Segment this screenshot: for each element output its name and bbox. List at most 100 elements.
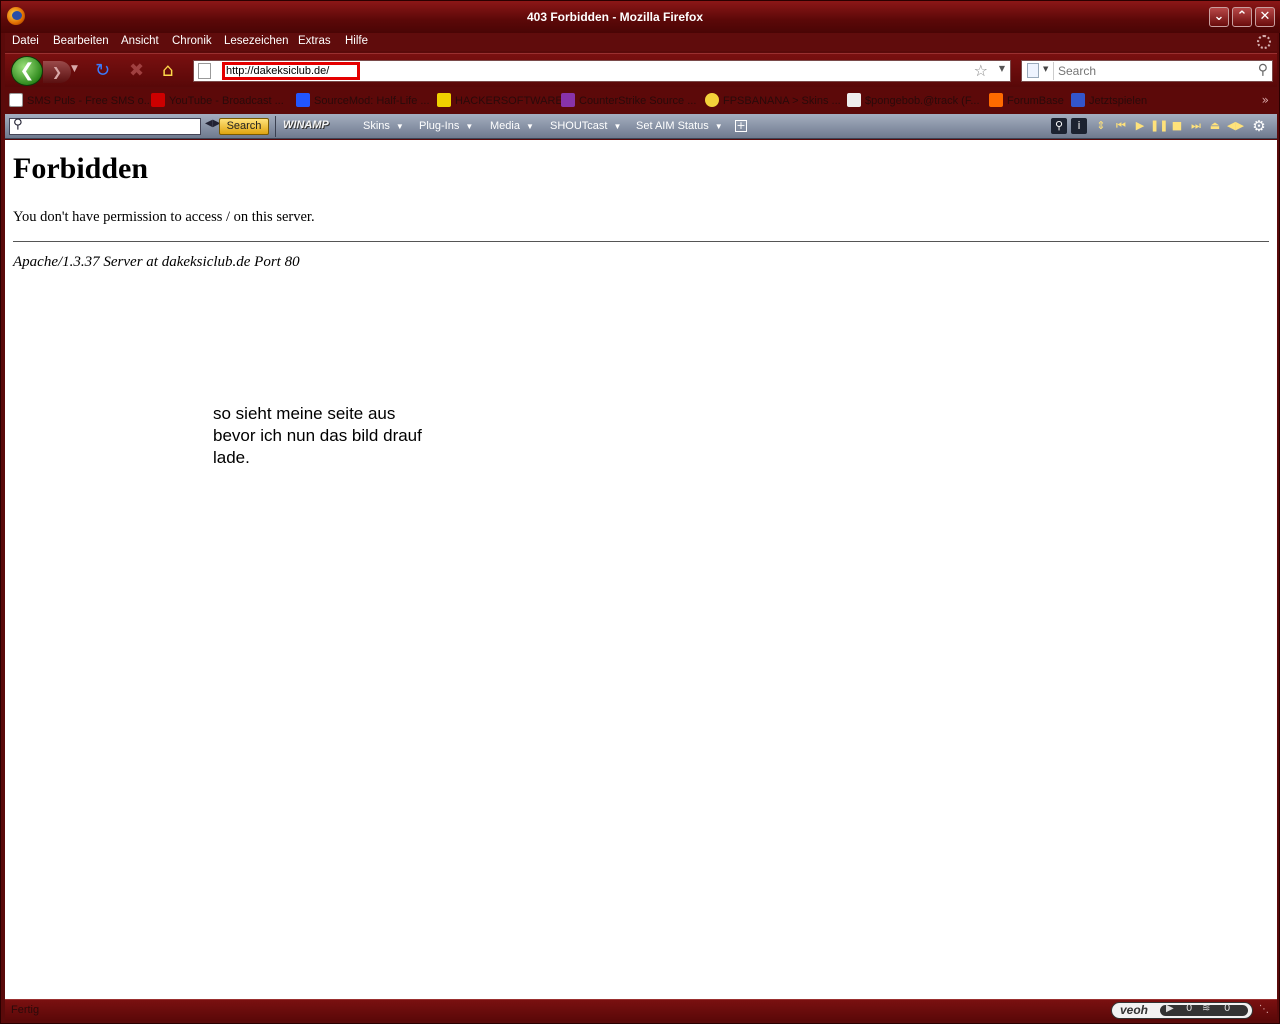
search-icon: ⚲ (13, 117, 23, 132)
search-icon[interactable]: ⚲ (1051, 118, 1067, 134)
bookmark-item[interactable]: HACKERSOFTWARE (437, 93, 563, 109)
winamp-toolbar: ⚲ ◀▶ Search WINAMP Skins ▼ Plug-Ins ▼ Medi… (5, 114, 1277, 139)
annotation-line: lade. (213, 448, 250, 467)
menu-extras[interactable]: Extras (298, 35, 331, 47)
forward-button[interactable]: ❯ (43, 61, 71, 83)
url-input[interactable] (226, 64, 356, 78)
page-heading: Forbidden (13, 152, 149, 185)
winamp-menu-skins[interactable]: Skins ▼ (363, 120, 404, 132)
bookmark-favicon-icon (9, 93, 23, 107)
chevron-down-icon: ▼ (613, 122, 622, 131)
info-icon[interactable]: i (1071, 118, 1087, 134)
maximize-button[interactable]: ⌃ (1232, 7, 1252, 27)
winamp-search-button[interactable]: Search (219, 118, 269, 135)
annotation-line: so sieht meine seite aus (213, 404, 396, 423)
reload-icon[interactable]: ↻ (95, 61, 110, 81)
search-engine-selector[interactable]: ▼ (1024, 62, 1054, 80)
chevron-right-icon[interactable]: » (1262, 93, 1269, 107)
chevron-down-icon: ▼ (395, 122, 404, 131)
menu-ansicht[interactable]: Ansicht (121, 35, 159, 47)
veoh-count: 0 (1224, 1003, 1231, 1014)
back-button[interactable]: ❮ (11, 56, 43, 86)
status-text: Fertig (11, 1004, 40, 1016)
browser-window: 403 Forbidden - Mozilla Firefox ⌄ ⌃ ✕ Da… (0, 0, 1280, 1024)
jetztspielen-icon (1071, 93, 1085, 107)
page-content: Forbidden You don't have permission to a… (5, 140, 1277, 999)
menu-lesezeichen[interactable]: Lesezeichen (224, 35, 289, 47)
next-icon[interactable]: ⏭ (1188, 118, 1204, 134)
bookmark-item[interactable]: SourceMod: Half-Life ... (296, 93, 430, 109)
bookmark-favicon-icon (847, 93, 861, 107)
error-message: You don't have permission to access / on… (13, 209, 315, 225)
sourcemod-icon (296, 93, 310, 107)
winamp-menu-shoutcast[interactable]: SHOUTcast ▼ (550, 120, 621, 132)
bookmark-item[interactable]: SMS Puls - Free SMS o... (9, 93, 153, 109)
bookmark-item[interactable]: ForumBase (989, 93, 1064, 109)
play-icon[interactable]: ▶ (1132, 118, 1148, 134)
close-button[interactable]: ✕ (1255, 7, 1275, 27)
window-title: 403 Forbidden - Mozilla Firefox (526, 10, 704, 24)
veoh-count: 0 (1186, 1003, 1193, 1014)
winamp-menu-media[interactable]: Media ▼ (490, 120, 534, 132)
title-bar: 403 Forbidden - Mozilla Firefox ⌄ ⌃ ✕ (1, 1, 1280, 33)
stop-icon[interactable]: ✖ (129, 61, 144, 81)
bookmark-star-icon[interactable]: ☆ (974, 61, 988, 80)
menu-bar: Datei Bearbeiten Ansicht Chronik Lesezei… (5, 33, 1277, 51)
veoh-logo: veoh (1120, 1003, 1149, 1017)
bookmark-label: HACKERSOFTWARE (455, 95, 563, 107)
search-engine-icon (1027, 63, 1039, 78)
home-icon[interactable]: ⌂ (162, 61, 173, 81)
bookmark-label: ForumBase (1007, 95, 1064, 107)
winamp-menu-plugins[interactable]: Plug-Ins ▼ (419, 120, 473, 132)
bookmark-item[interactable]: $pongebob.@track (F... (847, 93, 980, 109)
bookmark-item[interactable]: Jetztspielen (1071, 93, 1147, 109)
volume-icon[interactable]: ◀▶ (1227, 118, 1244, 134)
resize-grip-icon[interactable]: ⋱ (1259, 1004, 1273, 1018)
bookmark-label: FPSBANANA > Skins ... (723, 95, 841, 107)
menu-hilfe[interactable]: Hilfe (345, 35, 368, 47)
chevron-down-icon: ▼ (525, 122, 534, 131)
bookmarks-toolbar: SMS Puls - Free SMS o... YouTube - Broad… (5, 89, 1277, 113)
menu-label: Skins (363, 120, 390, 132)
search-input[interactable] (1058, 64, 1238, 78)
eject-icon[interactable]: ⏏ (1207, 118, 1223, 134)
star-icon (561, 93, 575, 107)
throbber-icon (1257, 35, 1271, 49)
menu-datei[interactable]: Datei (12, 35, 39, 47)
search-icon[interactable]: ⚲ (1258, 62, 1268, 78)
bookmark-item[interactable]: CounterStrike Source ... (561, 93, 696, 109)
address-bar[interactable]: ☆ ▼ (193, 60, 1011, 82)
youtube-icon (151, 93, 165, 107)
chevron-down-icon: ▼ (465, 122, 474, 131)
bookmark-label: Jetztspielen (1089, 95, 1148, 107)
veoh-widget[interactable]: veoh ▶ 0 ≋ 0 (1111, 1002, 1253, 1019)
bookmark-item[interactable]: FPSBANANA > Skins ... (705, 93, 841, 109)
video-icon: ▶ (1166, 1003, 1174, 1014)
history-dropdown-icon[interactable]: ▼ (71, 64, 78, 74)
winamp-menu-aim-status[interactable]: Set AIM Status ▼ (636, 120, 723, 132)
annotation-note: so sieht meine seite aus bevor ich nun d… (213, 403, 453, 469)
url-dropdown-icon[interactable]: ▼ (999, 64, 1005, 73)
menu-label: Plug-Ins (419, 120, 460, 132)
bookmark-item[interactable]: YouTube - Broadcast ... (151, 93, 284, 109)
menu-chronik[interactable]: Chronik (172, 35, 212, 47)
pause-icon[interactable]: ❚❚ (1150, 118, 1168, 134)
winamp-search-input[interactable]: ⚲ (9, 117, 201, 135)
shuffle-icon[interactable]: ⇕ (1093, 118, 1109, 134)
menu-bearbeiten[interactable]: Bearbeiten (53, 35, 109, 47)
rss-icon: ≋ (1202, 1003, 1211, 1014)
radiation-icon (437, 93, 451, 107)
minimize-button[interactable]: ⌄ (1209, 7, 1229, 27)
search-bar[interactable]: ▼ ⚲ (1021, 60, 1273, 82)
divider (13, 241, 1269, 242)
previous-icon[interactable]: ⏮ (1113, 118, 1129, 134)
menu-label: Media (490, 120, 520, 132)
annotation-line: bevor ich nun das bild drauf (213, 426, 422, 445)
bookmark-label: CounterStrike Source ... (579, 95, 697, 107)
gear-icon[interactable]: ⚙ (1251, 118, 1267, 134)
stop-icon[interactable]: ■ (1169, 118, 1185, 134)
add-icon[interactable]: + (735, 120, 747, 132)
banana-icon (705, 93, 719, 107)
winamp-logo[interactable]: WINAMP (283, 119, 329, 131)
navigation-toolbar: ❮ ❯ ▼ ↻ ✖ ⌂ ☆ ▼ ▼ ⚲ (5, 53, 1277, 87)
